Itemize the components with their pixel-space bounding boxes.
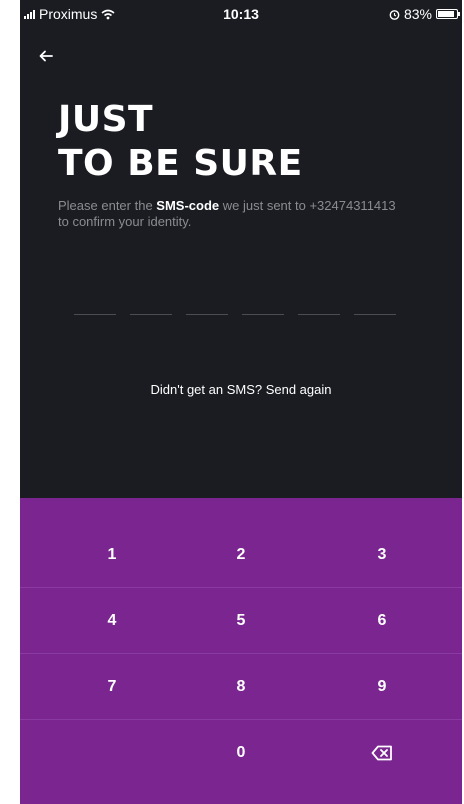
key-7[interactable]: 7 [60,654,164,719]
key-8[interactable]: 8 [189,654,293,719]
code-digit-4[interactable] [242,300,284,315]
backspace-button[interactable] [330,720,434,785]
title-line-2: TO BE SURE [58,143,303,184]
title-line-1: JUST [58,99,154,140]
key-1[interactable]: 1 [60,522,164,587]
arrow-left-icon [39,50,53,62]
code-digit-5[interactable] [298,300,340,315]
sms-code-highlight: SMS-code [156,198,220,213]
back-button[interactable] [38,48,64,72]
battery-icon [436,9,460,19]
key-4[interactable]: 4 [60,588,164,653]
phone-screen: Proximus 10:13 83% JUST TO BE SURE Pleas… [20,0,462,804]
key-5[interactable]: 5 [189,588,293,653]
key-6[interactable]: 6 [330,588,434,653]
sms-code-input[interactable] [74,300,396,315]
key-9[interactable]: 9 [330,654,434,719]
code-digit-6[interactable] [354,300,396,315]
key-0[interactable]: 0 [189,720,293,785]
resend-sms-link[interactable]: Didn't get an SMS? Send again [20,382,462,397]
status-right: 83% [389,6,460,22]
code-digit-2[interactable] [130,300,172,315]
key-3[interactable]: 3 [330,522,434,587]
battery-percent: 83% [403,6,432,22]
page-title: JUST TO BE SURE [58,98,303,186]
code-digit-3[interactable] [186,300,228,315]
keypad-row-3: 7 8 9 [20,654,462,720]
status-bar: Proximus 10:13 83% [20,0,462,28]
instruction-text: Please enter the SMS-code we just sent t… [58,198,398,230]
key-2[interactable]: 2 [189,522,293,587]
keypad-row-2: 4 5 6 [20,588,462,654]
code-digit-1[interactable] [74,300,116,315]
instruction-prefix: Please enter the [58,198,157,213]
backspace-icon [371,745,392,760]
alarm-icon [389,9,400,20]
keypad-row-4: 0 [20,720,462,785]
numeric-keypad: 1 2 3 4 5 6 7 8 9 0 [20,498,462,804]
keypad-row-1: 1 2 3 [20,522,462,588]
